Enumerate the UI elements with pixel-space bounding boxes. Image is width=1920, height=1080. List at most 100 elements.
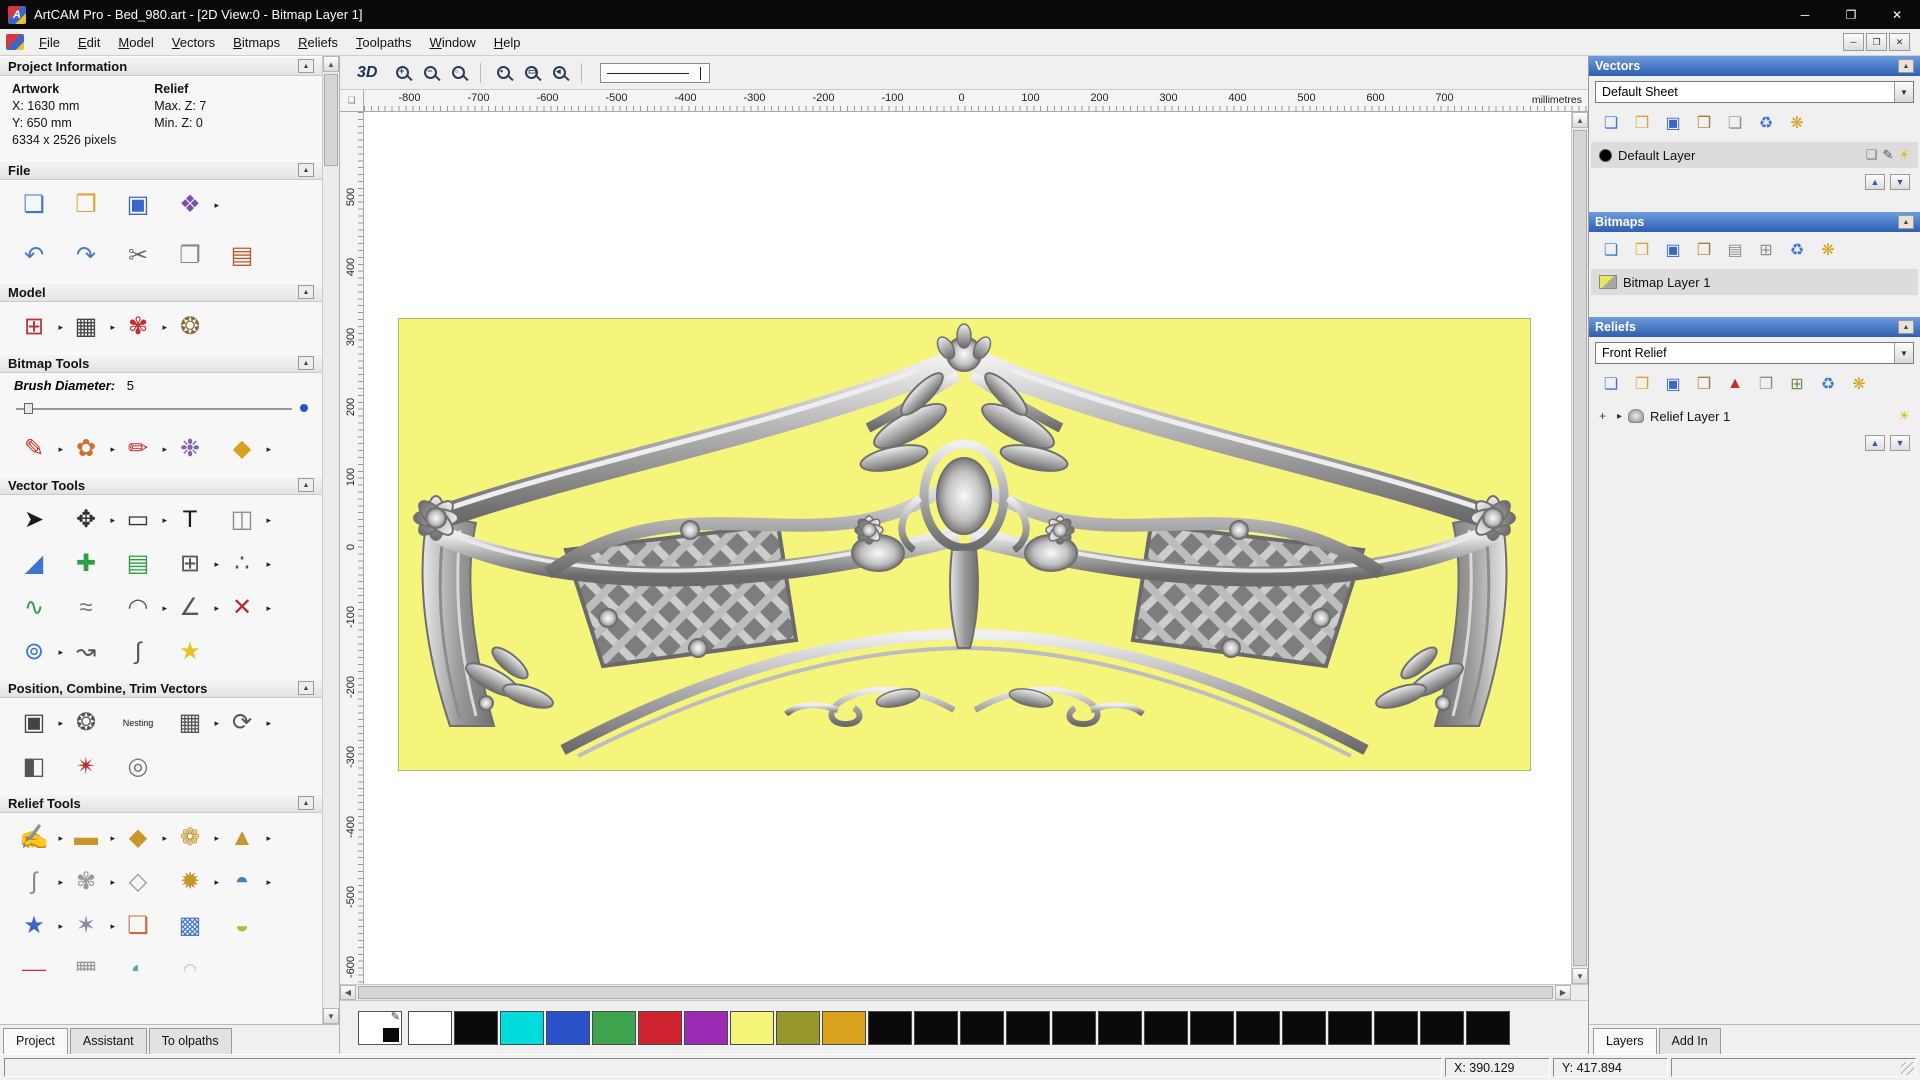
nesting-icon[interactable]: Nesting ▸	[118, 703, 158, 743]
select-vectors-icon[interactable]: ➤ ▸	[14, 500, 54, 540]
flyout-arrow-icon[interactable]: ▸	[214, 200, 219, 211]
colour-swatch[interactable]	[1282, 1010, 1326, 1045]
smooth-relief-icon[interactable]: ▲	[1723, 373, 1747, 395]
open-relief-layer-icon[interactable]: ❒	[1630, 373, 1654, 395]
colour-swatch[interactable]	[1374, 1010, 1418, 1045]
paste-along-curve-icon[interactable]: ✚ ▸	[66, 544, 106, 584]
colour-swatch[interactable]	[1466, 1010, 1510, 1045]
create-freehand-icon[interactable]: ≈ ▸	[66, 588, 106, 628]
colour-swatch[interactable]	[1236, 1010, 1280, 1045]
toggle-all-layers-icon[interactable]: ❋	[1816, 239, 1840, 261]
turn-icon[interactable]: ◇ ▸	[118, 862, 158, 902]
flyout-arrow-icon[interactable]: ▸	[162, 603, 167, 614]
colour-palette-icon[interactable]: ❉ ▸	[170, 429, 210, 469]
collapse-button[interactable]: ▲	[298, 285, 314, 299]
colour-swatch[interactable]	[684, 1010, 728, 1045]
star-wizard-icon[interactable]: ★ ▸	[14, 906, 63, 946]
flyout-arrow-icon[interactable]: ▸	[214, 603, 219, 614]
flyout-arrow-icon[interactable]: ▸	[266, 833, 271, 844]
scroll-left-arrow[interactable]: ◀	[340, 985, 356, 1000]
menu-file[interactable]: File	[30, 31, 69, 54]
shape-editor-icon[interactable]: ◆ ▸	[118, 818, 167, 858]
create-circle-icon[interactable]: ⊚ ▸	[14, 632, 63, 672]
expander-arrow-icon[interactable]: ▸	[1617, 411, 1622, 422]
extrude-icon[interactable]: ∫ ▸	[14, 862, 63, 902]
menu-help[interactable]: Help	[485, 31, 530, 54]
colour-swatch[interactable]	[546, 1010, 590, 1045]
create-polyline-icon[interactable]: ∿ ▸	[14, 588, 54, 628]
scrollbar-thumb[interactable]	[358, 986, 1553, 999]
create-text-icon[interactable]: T ▸	[170, 500, 210, 540]
colour-swatch[interactable]	[638, 1010, 682, 1045]
resize-grip[interactable]	[1901, 1062, 1914, 1075]
blend-relief-icon[interactable]: ◐ ▸	[118, 950, 158, 972]
scrollbar-thumb[interactable]	[1573, 130, 1587, 966]
import-vectors-icon[interactable]: ❒	[1692, 112, 1716, 134]
save-vector-layer-icon[interactable]: ▣	[1661, 112, 1685, 134]
rotate-copy-icon[interactable]: ⟳ ▸	[222, 703, 271, 743]
create-points-icon[interactable]: ∴ ▸	[222, 544, 271, 584]
scroll-up-arrow[interactable]: ▲	[323, 56, 339, 72]
menu-model[interactable]: Model	[109, 31, 162, 54]
import-relief-icon[interactable]: ❒	[1692, 373, 1716, 395]
zoom-window-icon[interactable]	[446, 61, 470, 85]
colour-swatch[interactable]	[500, 1010, 544, 1045]
tab-project[interactable]: Project	[3, 1028, 68, 1054]
line-width-selector[interactable]	[600, 62, 711, 83]
flyout-arrow-icon[interactable]: ▸	[110, 833, 115, 844]
open-bitmap-layer-icon[interactable]: ❒	[1630, 239, 1654, 261]
save-model-icon[interactable]: ▣ ▸	[118, 185, 158, 225]
save-bitmap-layer-icon[interactable]: ▣	[1661, 239, 1685, 261]
flyout-arrow-icon[interactable]: ▸	[266, 444, 271, 455]
zoom-in-icon[interactable]	[390, 61, 414, 85]
save-relief-layer-icon[interactable]: ▣	[1661, 373, 1685, 395]
paste-relief-icon[interactable]: ❏ ▸	[118, 906, 158, 946]
canvas-vertical-scrollbar[interactable]: ▲ ▼	[1571, 112, 1588, 984]
constant-height-icon[interactable]: ▬ ▸	[14, 950, 54, 972]
colour-swatch[interactable]	[1052, 1010, 1096, 1045]
toggle-all-layers-icon[interactable]: ❋	[1847, 373, 1871, 395]
scroll-up-arrow[interactable]: ▲	[1572, 112, 1588, 128]
model-picture-icon[interactable]: ❂ ▸	[170, 307, 210, 347]
tab-add-in[interactable]: Add In	[1658, 1028, 1721, 1054]
zoom-previous-icon[interactable]	[547, 61, 571, 85]
flyout-arrow-icon[interactable]: ▸	[214, 833, 219, 844]
menu-bitmaps[interactable]: Bitmaps	[224, 31, 289, 54]
duplicate-relief-icon[interactable]: ❐	[1754, 373, 1778, 395]
node-tool-icon[interactable]: ∫ ▸	[118, 632, 158, 672]
create-star-icon[interactable]: ★ ▸	[170, 632, 210, 672]
text-frame-icon[interactable]: ▤ ▸	[118, 544, 158, 584]
menu-toolpaths[interactable]: Toolpaths	[347, 31, 421, 54]
texture-relief-icon[interactable]: ❁ ▸	[170, 818, 219, 858]
delete-layer-icon[interactable]: ♻	[1754, 112, 1778, 134]
align-vectors-icon[interactable]: ▣ ▸	[14, 703, 63, 743]
flyout-arrow-icon[interactable]: ▸	[58, 647, 63, 658]
colour-swatch[interactable]	[1144, 1010, 1188, 1045]
import-export-icon[interactable]: ❖ ▸	[170, 185, 219, 225]
child-minimize-button[interactable]: ─	[1843, 33, 1864, 51]
minimize-button[interactable]: ─	[1782, 0, 1828, 29]
wrap-relief-icon[interactable]: ✶ ▸	[66, 906, 115, 946]
delete-layer-icon[interactable]: ♻	[1785, 239, 1809, 261]
move-layer-up-button[interactable]: ▲	[1865, 174, 1885, 190]
flyout-arrow-icon[interactable]: ▸	[110, 877, 115, 888]
collapse-button[interactable]: ▲	[1898, 320, 1914, 334]
flyout-arrow-icon[interactable]: ▸	[110, 921, 115, 932]
flyout-arrow-icon[interactable]: ▸	[214, 718, 219, 729]
mirror-vectors-icon[interactable]: ◧ ▸	[14, 747, 54, 787]
colour-swatch[interactable]	[454, 1010, 498, 1045]
new-relief-layer-icon[interactable]: ❏	[1599, 373, 1623, 395]
spiral-icon[interactable]: ◎ ▸	[118, 747, 158, 787]
colour-swatch[interactable]	[914, 1010, 958, 1045]
cut-icon[interactable]: ✂ ▸	[118, 236, 158, 276]
colour-swatch[interactable]	[592, 1010, 636, 1045]
copy-icon[interactable]: ❐ ▸	[170, 236, 210, 276]
spin-icon[interactable]: ✹ ▸	[170, 862, 219, 902]
maximize-button[interactable]: ❐	[1828, 0, 1874, 29]
new-vector-layer-icon[interactable]: ❏	[1599, 112, 1623, 134]
flyout-arrow-icon[interactable]: ▸	[266, 718, 271, 729]
set-model-size-icon[interactable]: ⊞ ▸	[14, 307, 63, 347]
combine-layers-icon[interactable]: ⊞	[1754, 239, 1778, 261]
zoom-page-icon[interactable]	[519, 61, 543, 85]
delete-layer-icon[interactable]: ♻	[1816, 373, 1840, 395]
